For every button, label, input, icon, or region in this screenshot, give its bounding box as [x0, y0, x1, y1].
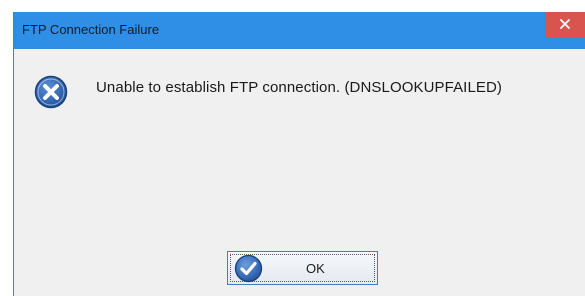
- ok-button-label: OK: [306, 261, 325, 276]
- close-button[interactable]: [545, 12, 585, 38]
- dialog-content: Unable to establish FTP connection. (DNS…: [14, 49, 585, 296]
- error-icon: [34, 75, 68, 109]
- checkmark-icon: [234, 254, 263, 283]
- close-icon: [560, 16, 570, 34]
- window-title: FTP Connection Failure: [22, 22, 160, 37]
- title-bar[interactable]: FTP Connection Failure: [14, 12, 585, 49]
- error-message: Unable to establish FTP connection. (DNS…: [96, 79, 503, 96]
- dialog-window: FTP Connection Failure Unable to establi…: [13, 12, 585, 296]
- ok-button[interactable]: OK: [227, 251, 378, 285]
